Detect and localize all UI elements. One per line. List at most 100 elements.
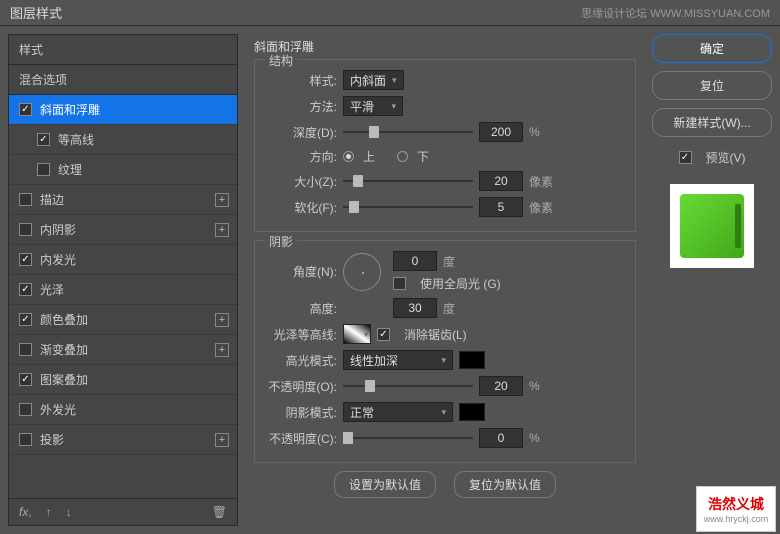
- angle-dial[interactable]: [343, 253, 381, 291]
- shading-legend: 阴影: [265, 233, 297, 250]
- fx-icon[interactable]: fx,: [19, 505, 32, 519]
- style-row-drop-shadow[interactable]: 投影 +: [9, 425, 237, 455]
- style-row-contour[interactable]: 等高线: [9, 125, 237, 155]
- style-label: 外发光: [40, 401, 76, 418]
- plus-icon[interactable]: +: [215, 313, 229, 327]
- style-row-pattern-overlay[interactable]: 图案叠加: [9, 365, 237, 395]
- style-row-outer-glow[interactable]: 外发光: [9, 395, 237, 425]
- direction-label: 方向:: [263, 148, 337, 165]
- styles-panel: 样式 混合选项 斜面和浮雕 等高线 纹理 描边 + 内阴影: [8, 34, 238, 526]
- shadow-mode-label: 阴影模式:: [263, 404, 337, 421]
- plus-icon[interactable]: +: [215, 343, 229, 357]
- checkbox-icon[interactable]: [19, 193, 32, 206]
- styles-header[interactable]: 样式: [9, 35, 237, 65]
- chevron-down-icon: ▾: [441, 355, 446, 366]
- checkbox-icon[interactable]: [19, 313, 32, 326]
- style-label: 描边: [40, 191, 64, 208]
- style-label: 样式:: [263, 72, 337, 89]
- style-label: 内阴影: [40, 221, 76, 238]
- chevron-down-icon: ▾: [391, 101, 396, 112]
- styles-footer: fx, ↑ ↓ 🗑: [9, 498, 237, 525]
- style-label: 等高线: [58, 131, 94, 148]
- style-row-inner-shadow[interactable]: 内阴影 +: [9, 215, 237, 245]
- checkbox-icon[interactable]: [19, 253, 32, 266]
- style-label: 图案叠加: [40, 371, 88, 388]
- depth-label: 深度(D):: [263, 124, 337, 141]
- structure-legend: 结构: [265, 52, 297, 69]
- checkbox-icon[interactable]: [19, 283, 32, 296]
- style-row-gradient-overlay[interactable]: 渐变叠加 +: [9, 335, 237, 365]
- new-style-button[interactable]: 新建样式(W)...: [652, 108, 772, 137]
- preview-label: 预览(V): [706, 149, 746, 166]
- size-label: 大小(Z):: [263, 173, 337, 190]
- checkbox-icon[interactable]: [19, 223, 32, 236]
- shadow-color-swatch[interactable]: [459, 403, 485, 421]
- style-row-texture[interactable]: 纹理: [9, 155, 237, 185]
- make-default-button[interactable]: 设置为默认值: [334, 471, 436, 498]
- blend-options-row[interactable]: 混合选项: [9, 65, 237, 95]
- soften-slider[interactable]: [343, 200, 473, 214]
- gloss-contour-picker[interactable]: ▾: [343, 324, 371, 344]
- highlight-mode-label: 高光模式:: [263, 352, 337, 369]
- checkbox-icon[interactable]: [37, 133, 50, 146]
- angle-label: 角度(N):: [263, 263, 337, 280]
- soften-input[interactable]: 5: [479, 197, 523, 217]
- checkbox-icon[interactable]: [37, 163, 50, 176]
- sh-opacity-slider[interactable]: [343, 431, 473, 445]
- shadow-mode-select[interactable]: 正常▾: [343, 402, 453, 422]
- unit-label: %: [529, 125, 540, 139]
- highlight-color-swatch[interactable]: [459, 351, 485, 369]
- chevron-down-icon: ▾: [392, 75, 397, 86]
- sh-opacity-input[interactable]: 0: [479, 428, 523, 448]
- depth-slider[interactable]: [343, 125, 473, 139]
- direction-up-radio[interactable]: [343, 151, 354, 162]
- highlight-mode-select[interactable]: 线性加深▾: [343, 350, 453, 370]
- style-row-color-overlay[interactable]: 颜色叠加 +: [9, 305, 237, 335]
- style-row-satin[interactable]: 光泽: [9, 275, 237, 305]
- size-slider[interactable]: [343, 174, 473, 188]
- unit-label: 像素: [529, 173, 553, 190]
- size-input[interactable]: 20: [479, 171, 523, 191]
- dialog-body: 样式 混合选项 斜面和浮雕 等高线 纹理 描边 + 内阴影: [0, 26, 780, 534]
- hl-opacity-slider[interactable]: [343, 379, 473, 393]
- plus-icon[interactable]: +: [215, 193, 229, 207]
- antialias-checkbox[interactable]: [377, 328, 390, 341]
- plus-icon[interactable]: +: [215, 223, 229, 237]
- trash-icon[interactable]: 🗑: [212, 505, 227, 519]
- checkbox-icon[interactable]: [19, 403, 32, 416]
- method-select[interactable]: 平滑▾: [343, 96, 403, 116]
- method-label: 方法:: [263, 98, 337, 115]
- unit-label: 像素: [529, 199, 553, 216]
- style-row-bevel[interactable]: 斜面和浮雕: [9, 95, 237, 125]
- style-select[interactable]: 内斜面▾: [343, 70, 404, 90]
- arrow-down-icon[interactable]: ↓: [66, 505, 72, 519]
- style-label: 渐变叠加: [40, 341, 88, 358]
- checkbox-icon[interactable]: [19, 373, 32, 386]
- direction-down-radio[interactable]: [397, 151, 408, 162]
- style-label: 颜色叠加: [40, 311, 88, 328]
- preview-checkbox[interactable]: [679, 151, 692, 164]
- altitude-input[interactable]: 30: [393, 298, 437, 318]
- gloss-label: 光泽等高线:: [263, 326, 337, 343]
- checkbox-icon[interactable]: [19, 433, 32, 446]
- chevron-down-icon: ▾: [441, 407, 446, 418]
- arrow-up-icon[interactable]: ↑: [46, 505, 52, 519]
- cancel-button[interactable]: 复位: [652, 71, 772, 100]
- checkbox-icon[interactable]: [19, 103, 32, 116]
- shading-fieldset: 阴影 角度(N): 0 度 使用全局光 (G): [254, 240, 636, 463]
- style-label: 内发光: [40, 251, 76, 268]
- chevron-down-icon: ▾: [364, 330, 368, 339]
- hl-opacity-input[interactable]: 20: [479, 376, 523, 396]
- preview-thumbnail: [670, 184, 754, 268]
- ok-button[interactable]: 确定: [652, 34, 772, 63]
- plus-icon[interactable]: +: [215, 433, 229, 447]
- global-light-checkbox[interactable]: [393, 277, 406, 290]
- style-row-stroke[interactable]: 描边 +: [9, 185, 237, 215]
- structure-fieldset: 结构 样式: 内斜面▾ 方法: 平滑▾ 深度(D): 200 % 方向:: [254, 59, 636, 232]
- checkbox-icon[interactable]: [19, 343, 32, 356]
- angle-input[interactable]: 0: [393, 251, 437, 271]
- titlebar: 图层样式 思缘设计论坛 WWW.MISSYUAN.COM: [0, 0, 780, 26]
- style-row-inner-glow[interactable]: 内发光: [9, 245, 237, 275]
- depth-input[interactable]: 200: [479, 122, 523, 142]
- reset-default-button[interactable]: 复位为默认值: [454, 471, 556, 498]
